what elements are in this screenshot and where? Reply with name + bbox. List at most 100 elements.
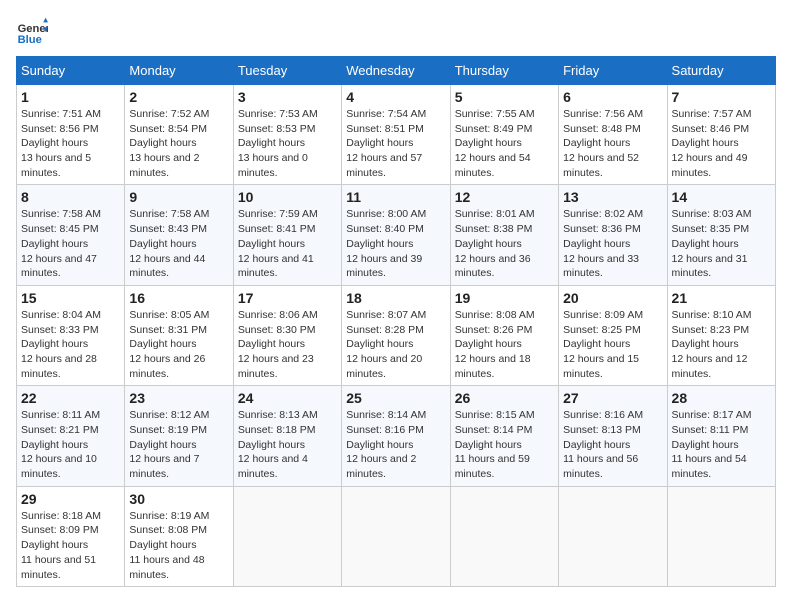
day-info: Sunrise: 8:13 AM Sunset: 8:18 PM Dayligh… <box>238 408 337 481</box>
day-info: Sunrise: 7:52 AM Sunset: 8:54 PM Dayligh… <box>129 107 228 180</box>
calendar-cell: 30 Sunrise: 8:19 AM Sunset: 8:08 PM Dayl… <box>125 486 233 586</box>
calendar-cell: 2 Sunrise: 7:52 AM Sunset: 8:54 PM Dayli… <box>125 85 233 185</box>
calendar-cell: 6 Sunrise: 7:56 AM Sunset: 8:48 PM Dayli… <box>559 85 667 185</box>
calendar-cell: 29 Sunrise: 8:18 AM Sunset: 8:09 PM Dayl… <box>17 486 125 586</box>
day-info: Sunrise: 7:58 AM Sunset: 8:45 PM Dayligh… <box>21 207 120 280</box>
day-info: Sunrise: 7:51 AM Sunset: 8:56 PM Dayligh… <box>21 107 120 180</box>
day-info: Sunrise: 8:00 AM Sunset: 8:40 PM Dayligh… <box>346 207 445 280</box>
calendar-cell <box>342 486 450 586</box>
day-number: 24 <box>238 390 337 406</box>
day-number: 26 <box>455 390 554 406</box>
day-info: Sunrise: 8:19 AM Sunset: 8:08 PM Dayligh… <box>129 509 228 582</box>
day-info: Sunrise: 8:08 AM Sunset: 8:26 PM Dayligh… <box>455 308 554 381</box>
calendar-cell: 7 Sunrise: 7:57 AM Sunset: 8:46 PM Dayli… <box>667 85 775 185</box>
day-info: Sunrise: 7:59 AM Sunset: 8:41 PM Dayligh… <box>238 207 337 280</box>
calendar-cell: 19 Sunrise: 8:08 AM Sunset: 8:26 PM Dayl… <box>450 285 558 385</box>
calendar-cell: 4 Sunrise: 7:54 AM Sunset: 8:51 PM Dayli… <box>342 85 450 185</box>
day-number: 20 <box>563 290 662 306</box>
day-info: Sunrise: 8:18 AM Sunset: 8:09 PM Dayligh… <box>21 509 120 582</box>
calendar-cell: 20 Sunrise: 8:09 AM Sunset: 8:25 PM Dayl… <box>559 285 667 385</box>
calendar-cell <box>450 486 558 586</box>
calendar-cell <box>667 486 775 586</box>
day-info: Sunrise: 8:15 AM Sunset: 8:14 PM Dayligh… <box>455 408 554 481</box>
calendar-cell: 27 Sunrise: 8:16 AM Sunset: 8:13 PM Dayl… <box>559 386 667 486</box>
day-info: Sunrise: 7:55 AM Sunset: 8:49 PM Dayligh… <box>455 107 554 180</box>
calendar-cell: 28 Sunrise: 8:17 AM Sunset: 8:11 PM Dayl… <box>667 386 775 486</box>
calendar-cell: 1 Sunrise: 7:51 AM Sunset: 8:56 PM Dayli… <box>17 85 125 185</box>
calendar-cell: 16 Sunrise: 8:05 AM Sunset: 8:31 PM Dayl… <box>125 285 233 385</box>
day-number: 6 <box>563 89 662 105</box>
week-row-3: 15 Sunrise: 8:04 AM Sunset: 8:33 PM Dayl… <box>17 285 776 385</box>
calendar-cell: 12 Sunrise: 8:01 AM Sunset: 8:38 PM Dayl… <box>450 185 558 285</box>
logo: General Blue <box>16 16 52 48</box>
svg-text:Blue: Blue <box>18 34 42 46</box>
calendar-cell: 13 Sunrise: 8:02 AM Sunset: 8:36 PM Dayl… <box>559 185 667 285</box>
week-row-2: 8 Sunrise: 7:58 AM Sunset: 8:45 PM Dayli… <box>17 185 776 285</box>
day-info: Sunrise: 8:16 AM Sunset: 8:13 PM Dayligh… <box>563 408 662 481</box>
day-number: 21 <box>672 290 771 306</box>
day-info: Sunrise: 7:54 AM Sunset: 8:51 PM Dayligh… <box>346 107 445 180</box>
week-row-5: 29 Sunrise: 8:18 AM Sunset: 8:09 PM Dayl… <box>17 486 776 586</box>
calendar-cell: 25 Sunrise: 8:14 AM Sunset: 8:16 PM Dayl… <box>342 386 450 486</box>
day-info: Sunrise: 8:02 AM Sunset: 8:36 PM Dayligh… <box>563 207 662 280</box>
day-number: 16 <box>129 290 228 306</box>
day-info: Sunrise: 7:56 AM Sunset: 8:48 PM Dayligh… <box>563 107 662 180</box>
calendar-cell: 17 Sunrise: 8:06 AM Sunset: 8:30 PM Dayl… <box>233 285 341 385</box>
day-number: 4 <box>346 89 445 105</box>
calendar-table: SundayMondayTuesdayWednesdayThursdayFrid… <box>16 56 776 587</box>
calendar-cell: 23 Sunrise: 8:12 AM Sunset: 8:19 PM Dayl… <box>125 386 233 486</box>
calendar-cell: 18 Sunrise: 8:07 AM Sunset: 8:28 PM Dayl… <box>342 285 450 385</box>
day-number: 18 <box>346 290 445 306</box>
day-number: 23 <box>129 390 228 406</box>
calendar-cell: 15 Sunrise: 8:04 AM Sunset: 8:33 PM Dayl… <box>17 285 125 385</box>
calendar-cell: 11 Sunrise: 8:00 AM Sunset: 8:40 PM Dayl… <box>342 185 450 285</box>
day-info: Sunrise: 8:06 AM Sunset: 8:30 PM Dayligh… <box>238 308 337 381</box>
day-info: Sunrise: 8:01 AM Sunset: 8:38 PM Dayligh… <box>455 207 554 280</box>
day-number: 27 <box>563 390 662 406</box>
calendar-cell <box>233 486 341 586</box>
calendar-cell: 9 Sunrise: 7:58 AM Sunset: 8:43 PM Dayli… <box>125 185 233 285</box>
weekday-header-friday: Friday <box>559 57 667 85</box>
day-number: 30 <box>129 491 228 507</box>
day-number: 9 <box>129 189 228 205</box>
day-info: Sunrise: 8:03 AM Sunset: 8:35 PM Dayligh… <box>672 207 771 280</box>
weekday-header-thursday: Thursday <box>450 57 558 85</box>
day-info: Sunrise: 8:07 AM Sunset: 8:28 PM Dayligh… <box>346 308 445 381</box>
calendar-cell: 22 Sunrise: 8:11 AM Sunset: 8:21 PM Dayl… <box>17 386 125 486</box>
day-number: 19 <box>455 290 554 306</box>
weekday-header-row: SundayMondayTuesdayWednesdayThursdayFrid… <box>17 57 776 85</box>
day-number: 8 <box>21 189 120 205</box>
day-number: 15 <box>21 290 120 306</box>
calendar-cell: 21 Sunrise: 8:10 AM Sunset: 8:23 PM Dayl… <box>667 285 775 385</box>
calendar-cell: 10 Sunrise: 7:59 AM Sunset: 8:41 PM Dayl… <box>233 185 341 285</box>
weekday-header-monday: Monday <box>125 57 233 85</box>
weekday-header-tuesday: Tuesday <box>233 57 341 85</box>
day-info: Sunrise: 7:58 AM Sunset: 8:43 PM Dayligh… <box>129 207 228 280</box>
day-number: 17 <box>238 290 337 306</box>
calendar-cell: 5 Sunrise: 7:55 AM Sunset: 8:49 PM Dayli… <box>450 85 558 185</box>
day-number: 11 <box>346 189 445 205</box>
calendar-cell: 3 Sunrise: 7:53 AM Sunset: 8:53 PM Dayli… <box>233 85 341 185</box>
calendar-cell: 24 Sunrise: 8:13 AM Sunset: 8:18 PM Dayl… <box>233 386 341 486</box>
day-number: 25 <box>346 390 445 406</box>
day-number: 13 <box>563 189 662 205</box>
day-info: Sunrise: 8:11 AM Sunset: 8:21 PM Dayligh… <box>21 408 120 481</box>
day-number: 22 <box>21 390 120 406</box>
day-number: 14 <box>672 189 771 205</box>
day-info: Sunrise: 8:12 AM Sunset: 8:19 PM Dayligh… <box>129 408 228 481</box>
page-header: General Blue <box>16 16 776 48</box>
day-info: Sunrise: 8:04 AM Sunset: 8:33 PM Dayligh… <box>21 308 120 381</box>
day-number: 5 <box>455 89 554 105</box>
day-info: Sunrise: 7:53 AM Sunset: 8:53 PM Dayligh… <box>238 107 337 180</box>
day-info: Sunrise: 7:57 AM Sunset: 8:46 PM Dayligh… <box>672 107 771 180</box>
day-info: Sunrise: 8:05 AM Sunset: 8:31 PM Dayligh… <box>129 308 228 381</box>
day-number: 28 <box>672 390 771 406</box>
day-info: Sunrise: 8:17 AM Sunset: 8:11 PM Dayligh… <box>672 408 771 481</box>
day-info: Sunrise: 8:14 AM Sunset: 8:16 PM Dayligh… <box>346 408 445 481</box>
logo-icon: General Blue <box>16 16 48 48</box>
day-number: 29 <box>21 491 120 507</box>
day-number: 7 <box>672 89 771 105</box>
day-number: 10 <box>238 189 337 205</box>
calendar-cell <box>559 486 667 586</box>
calendar-cell: 8 Sunrise: 7:58 AM Sunset: 8:45 PM Dayli… <box>17 185 125 285</box>
